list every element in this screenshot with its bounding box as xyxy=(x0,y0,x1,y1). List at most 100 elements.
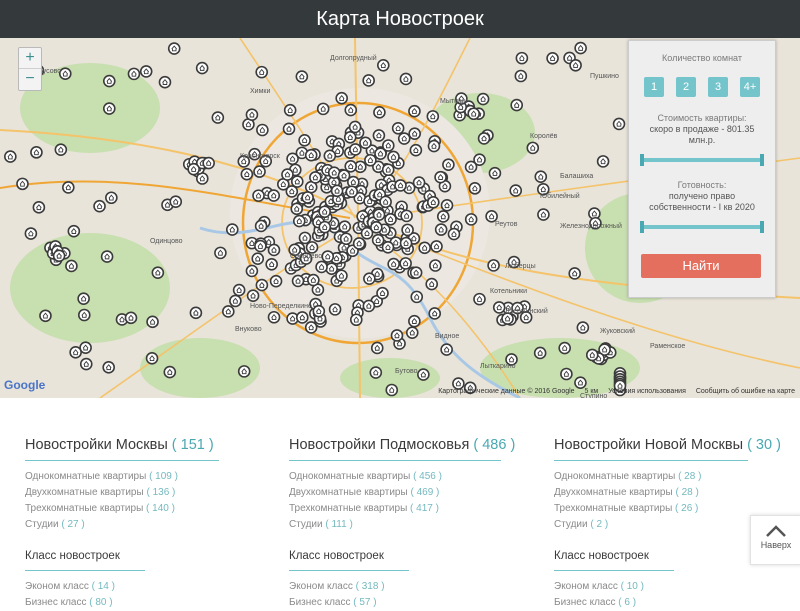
building-marker-icon[interactable] xyxy=(394,179,407,192)
building-marker-icon[interactable] xyxy=(558,341,571,355)
building-marker-icon[interactable] xyxy=(526,141,540,155)
building-marker-icon[interactable] xyxy=(574,41,587,55)
building-marker-icon[interactable] xyxy=(381,240,395,254)
building-marker-icon[interactable] xyxy=(254,239,267,253)
building-marker-icon[interactable] xyxy=(267,189,281,202)
room-button-2[interactable]: 2 xyxy=(676,77,696,97)
item-label[interactable]: Двухкомнатные квартиры xyxy=(25,487,144,498)
building-marker-icon[interactable] xyxy=(400,209,413,223)
building-marker-icon[interactable] xyxy=(318,205,331,219)
building-marker-icon[interactable] xyxy=(359,136,372,150)
building-marker-icon[interactable] xyxy=(39,309,52,323)
building-marker-icon[interactable] xyxy=(211,111,225,124)
building-marker-icon[interactable] xyxy=(468,182,482,195)
building-marker-icon[interactable] xyxy=(245,264,259,278)
building-marker-icon[interactable] xyxy=(410,290,424,304)
building-marker-icon[interactable] xyxy=(32,201,46,214)
building-marker-icon[interactable] xyxy=(384,212,397,226)
building-marker-icon[interactable] xyxy=(429,259,442,272)
building-marker-icon[interactable] xyxy=(408,127,421,140)
building-marker-icon[interactable] xyxy=(425,277,439,291)
building-marker-icon[interactable] xyxy=(477,132,491,145)
building-marker-icon[interactable] xyxy=(537,208,550,221)
list-item[interactable]: Трехкомнатные квартиры ( 140 ) xyxy=(25,501,255,517)
building-marker-icon[interactable] xyxy=(285,185,299,198)
building-marker-icon[interactable] xyxy=(267,243,281,257)
building-marker-icon[interactable] xyxy=(77,292,90,305)
building-marker-icon[interactable] xyxy=(427,139,441,153)
building-marker-icon[interactable] xyxy=(371,233,385,247)
building-marker-icon[interactable] xyxy=(54,143,68,156)
room-button-4plus[interactable]: 4+ xyxy=(740,77,760,97)
building-marker-icon[interactable] xyxy=(430,240,443,253)
building-marker-icon[interactable] xyxy=(189,306,203,320)
building-marker-icon[interactable] xyxy=(202,156,215,170)
building-marker-icon[interactable] xyxy=(436,210,450,223)
building-marker-icon[interactable] xyxy=(369,366,383,379)
section-title-text[interactable]: Новостройки Москвы xyxy=(25,437,168,453)
list-item[interactable]: Эконом класс ( 318 ) xyxy=(289,579,519,595)
building-marker-icon[interactable] xyxy=(316,102,330,116)
building-marker-icon[interactable] xyxy=(440,343,453,356)
building-marker-icon[interactable] xyxy=(290,202,304,216)
building-marker-icon[interactable] xyxy=(464,160,478,174)
building-marker-icon[interactable] xyxy=(426,110,440,123)
list-item[interactable]: Эконом класс ( 10 ) xyxy=(554,579,784,595)
list-item[interactable]: Двухкомнатные квартиры ( 28 ) xyxy=(554,485,784,501)
building-marker-icon[interactable] xyxy=(362,74,375,87)
building-marker-icon[interactable] xyxy=(348,120,362,134)
building-marker-icon[interactable] xyxy=(246,289,260,302)
building-marker-icon[interactable] xyxy=(79,357,93,371)
building-marker-icon[interactable] xyxy=(214,246,227,260)
building-marker-icon[interactable] xyxy=(269,274,283,288)
building-marker-icon[interactable] xyxy=(265,258,278,271)
building-marker-icon[interactable] xyxy=(442,158,455,171)
item-label[interactable]: Двухкомнатные квартиры xyxy=(289,487,408,498)
building-marker-icon[interactable] xyxy=(255,278,269,292)
list-item[interactable]: Однокомнатные квартиры ( 456 ) xyxy=(289,469,519,485)
building-marker-icon[interactable] xyxy=(345,185,359,198)
building-marker-icon[interactable] xyxy=(254,219,268,233)
building-marker-icon[interactable] xyxy=(440,199,454,212)
building-marker-icon[interactable] xyxy=(253,165,266,178)
building-marker-icon[interactable] xyxy=(245,108,259,122)
building-marker-icon[interactable] xyxy=(167,42,181,55)
list-item[interactable]: Студии ( 111 ) xyxy=(289,517,519,533)
building-marker-icon[interactable] xyxy=(24,227,38,240)
map-report-link[interactable]: Сообщить об ошибке на карте xyxy=(696,388,795,395)
building-marker-icon[interactable] xyxy=(339,232,353,246)
building-marker-icon[interactable] xyxy=(52,249,66,263)
building-marker-icon[interactable] xyxy=(387,257,400,271)
ready-slider-max-handle[interactable] xyxy=(760,221,764,233)
building-marker-icon[interactable] xyxy=(399,72,413,86)
building-marker-icon[interactable] xyxy=(187,162,200,176)
list-item[interactable]: Эконом класс ( 14 ) xyxy=(25,579,255,595)
building-marker-icon[interactable] xyxy=(376,58,390,72)
building-marker-icon[interactable] xyxy=(428,307,442,320)
building-marker-icon[interactable] xyxy=(100,250,114,263)
building-marker-icon[interactable] xyxy=(93,199,106,213)
building-marker-icon[interactable] xyxy=(195,61,209,75)
building-marker-icon[interactable] xyxy=(69,346,82,359)
price-slider-min-handle[interactable] xyxy=(640,154,644,166)
item-label[interactable]: Бизнес класс xyxy=(25,597,86,608)
building-marker-icon[interactable] xyxy=(124,311,138,325)
zoom-out-button[interactable]: − xyxy=(19,69,41,89)
building-marker-icon[interactable] xyxy=(409,143,423,157)
item-label[interactable]: Студии xyxy=(25,519,59,530)
price-slider[interactable] xyxy=(640,154,764,166)
building-marker-icon[interactable] xyxy=(417,368,430,381)
building-marker-icon[interactable] xyxy=(364,153,377,167)
building-marker-icon[interactable] xyxy=(77,308,91,322)
building-marker-icon[interactable] xyxy=(229,294,242,308)
item-label[interactable]: Однокомнатные квартиры xyxy=(25,471,146,482)
building-marker-icon[interactable] xyxy=(569,58,582,72)
item-label[interactable]: Студии xyxy=(554,519,588,530)
building-marker-icon[interactable] xyxy=(546,51,559,65)
building-marker-icon[interactable] xyxy=(390,329,404,342)
building-marker-icon[interactable] xyxy=(373,106,386,119)
building-marker-icon[interactable] xyxy=(434,170,447,184)
building-marker-icon[interactable] xyxy=(151,266,165,279)
list-item[interactable]: Однокомнатные квартиры ( 28 ) xyxy=(554,469,784,485)
building-marker-icon[interactable] xyxy=(399,257,412,270)
